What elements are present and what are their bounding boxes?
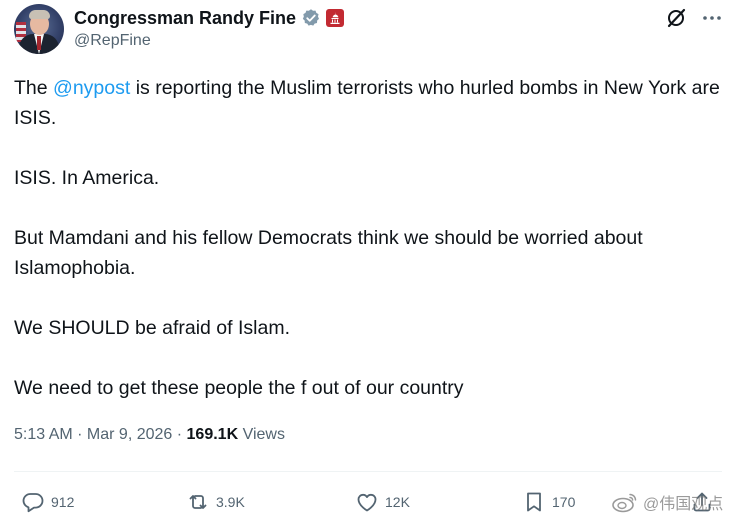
watermark: @伟国观点 [611, 490, 723, 514]
bookmark-icon [527, 492, 541, 512]
repost-icon [189, 495, 207, 509]
watermark-text: @伟国观点 [643, 496, 724, 513]
tweet-paragraph-3: But Mamdani and his fellow Democrats thi… [14, 227, 643, 279]
avatar-tie [37, 36, 41, 50]
repost-count: 3.9K [216, 494, 245, 510]
tweet-paragraph-1: The @nypost is reporting the Muslim terr… [14, 73, 734, 133]
like-count: 12K [385, 494, 410, 510]
divider [14, 471, 722, 472]
avatar[interactable] [14, 4, 64, 54]
display-name[interactable]: Congressman Randy Fine [74, 8, 296, 29]
weibo-logo-icon [612, 493, 637, 513]
tweet-paragraph-5: We need to get these people the f out of… [14, 377, 464, 399]
bookmark-button[interactable]: 170 [522, 484, 575, 520]
tweet-text: The @nypost is reporting the Muslim terr… [14, 73, 734, 403]
views-count[interactable]: 169.1K [187, 426, 239, 443]
meta-separator: · [72, 426, 87, 443]
capitol-building-icon[interactable] [326, 9, 345, 27]
grok-icon[interactable] [664, 6, 688, 30]
capitol-glyph [330, 12, 340, 24]
views-label: Views [238, 426, 285, 443]
tweet-date[interactable]: Mar 9, 2026 [87, 426, 172, 443]
more-options-icon[interactable] [700, 6, 724, 30]
text-segment: The [14, 77, 54, 99]
like-button[interactable]: 12K [355, 484, 410, 520]
meta-separator: · [172, 426, 187, 443]
reply-count: 912 [51, 494, 75, 510]
repost-button[interactable]: 3.9K [186, 484, 245, 520]
heart-icon [357, 493, 377, 512]
reply-button[interactable]: 912 [21, 484, 74, 520]
verified-badge-icon[interactable] [301, 8, 321, 28]
avatar-hair [29, 10, 50, 19]
tweet-time[interactable]: 5:13 AM [14, 426, 73, 443]
tweet-meta: 5:13 AM · Mar 9, 2026 · 169.1K Views [14, 426, 285, 444]
tweet-header: Congressman Randy Fine @RepFine [14, 4, 734, 56]
handle[interactable]: @RepFine [74, 32, 151, 50]
tweet-paragraph-2: ISIS. In America. [14, 167, 160, 189]
mention-link[interactable]: @nypost [53, 77, 130, 99]
bookmark-count: 170 [552, 494, 576, 510]
reply-icon [22, 493, 44, 513]
tweet-paragraph-4: We SHOULD be afraid of Islam. [14, 317, 290, 339]
name-row: Congressman Randy Fine [74, 6, 345, 30]
